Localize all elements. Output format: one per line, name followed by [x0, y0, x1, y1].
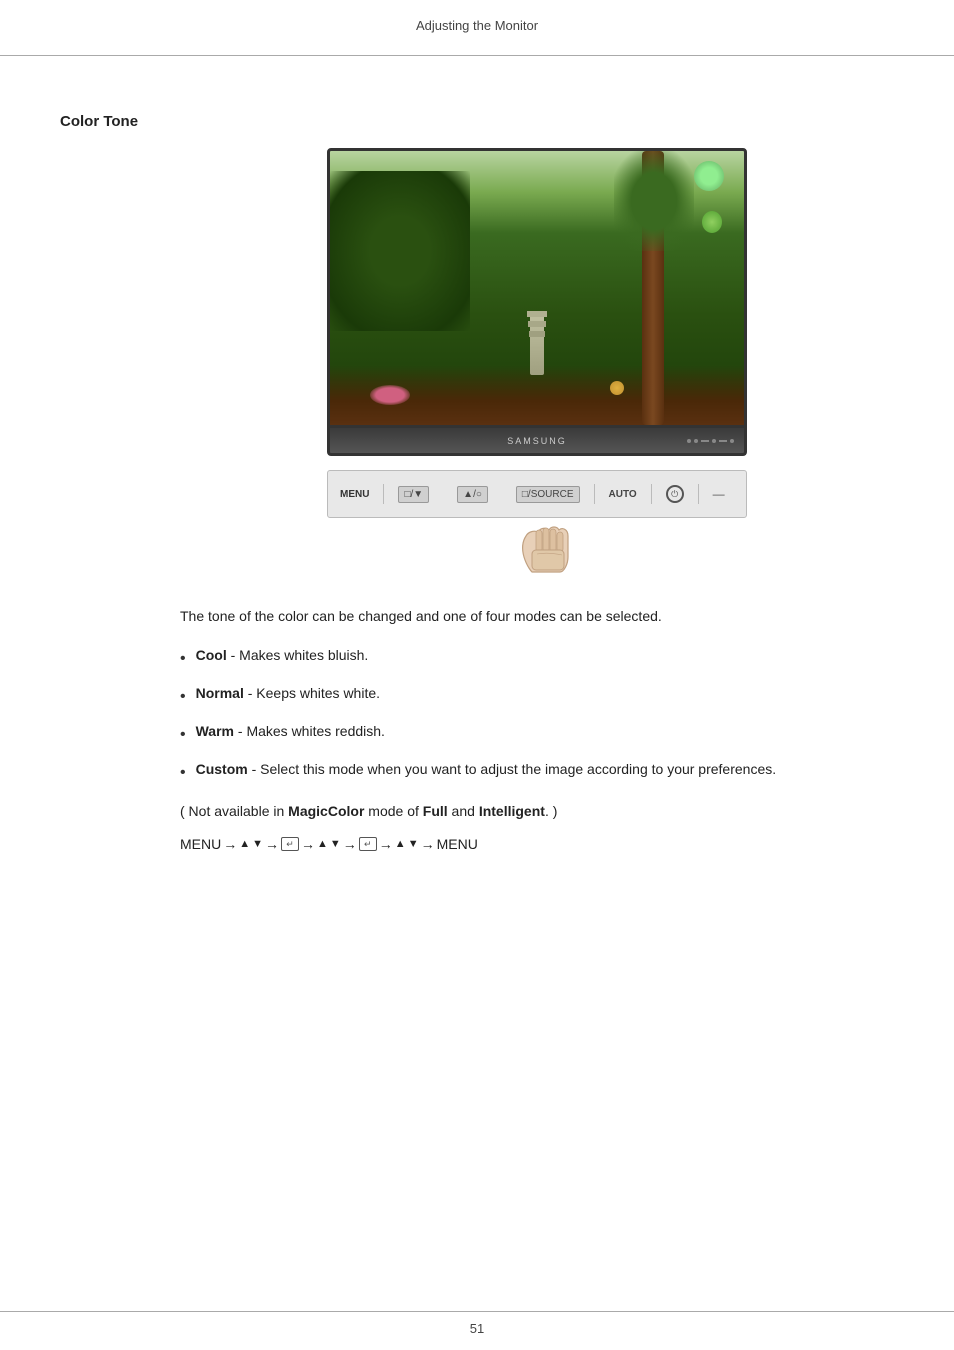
seq-arrow5: → — [379, 836, 393, 852]
ctrl-btn2: ▲/○ — [457, 486, 488, 503]
hand-pointer-area — [512, 522, 592, 582]
monitor-brand: SAMSUNG — [507, 436, 567, 446]
ctrl-divider3 — [651, 484, 652, 504]
seq-arrow6: → — [421, 836, 435, 852]
ctrl-btn1: □/▼ — [398, 486, 429, 503]
desc-custom: - Select this mode when you want to adju… — [248, 761, 776, 777]
note-middle: mode of — [364, 803, 422, 819]
seq-down2: ▼ — [330, 838, 341, 850]
bullet-dot: • — [180, 685, 186, 709]
term-cool: Cool — [196, 647, 227, 663]
seq-arrow4: → — [343, 836, 357, 852]
seq-up2: ▲ — [317, 838, 328, 850]
note-suffix: . ) — [545, 803, 557, 819]
list-item-content: Warm - Makes whites reddish. — [196, 721, 385, 742]
term-custom: Custom — [196, 761, 248, 777]
desc-cool: - Makes whites bluish. — [227, 647, 369, 663]
seq-arrow2: → — [265, 836, 279, 852]
list-item-content: Normal - Keeps whites white. — [196, 683, 380, 704]
seq-up1: ▲ — [239, 838, 250, 850]
seq-enter1: ↵ — [281, 837, 299, 851]
control-bar: MENU □/▼ ▲/○ □/SOURCE AUTO ⏻ — — [327, 470, 747, 518]
list-item: • Warm - Makes whites reddish. — [180, 721, 894, 747]
term-normal: Normal — [196, 685, 244, 701]
description-area: The tone of the color can be changed and… — [180, 606, 894, 852]
top-rule — [0, 55, 954, 56]
monitor-scene — [330, 151, 744, 425]
list-item: • Cool - Makes whites bluish. — [180, 645, 894, 671]
note-magiccolor: MagicColor — [288, 803, 364, 819]
bullet-list: • Cool - Makes whites bluish. • Normal -… — [180, 645, 894, 785]
ctrl-menu-label: MENU — [340, 489, 369, 500]
note-prefix: ( Not available in — [180, 803, 288, 819]
seq-arrow3: → — [301, 836, 315, 852]
seq-down3: ▼ — [408, 838, 419, 850]
list-item-content: Custom - Select this mode when you want … — [196, 759, 777, 780]
list-item-content: Cool - Makes whites bluish. — [196, 645, 369, 666]
seq-arrow1: → — [223, 836, 237, 852]
seq-menu2: MENU — [437, 836, 478, 852]
monitor-image-area: SAMSUNG MENU □/▼ ▲/○ □/SOURCE AUTO ⏻ — — [180, 148, 894, 582]
seq-menu1: MENU — [180, 836, 221, 852]
term-warm: Warm — [196, 723, 234, 739]
section-title: Color Tone — [60, 113, 894, 130]
ctrl-divider1 — [383, 484, 384, 504]
note-and: and — [448, 803, 479, 819]
monitor-controls — [687, 439, 734, 443]
ctrl-btn3: □/SOURCE — [516, 486, 580, 503]
ctrl-auto-label: AUTO — [609, 489, 637, 500]
hand-icon — [512, 522, 582, 577]
menu-sequence: MENU → ▲ ▼ → ↵ → ▲ ▼ → ↵ → ▲ ▼ → MENU — [180, 836, 894, 852]
desc-normal: - Keeps whites white. — [244, 685, 380, 701]
desc-warm: - Makes whites reddish. — [234, 723, 385, 739]
description-text: The tone of the color can be changed and… — [180, 606, 894, 627]
note-full: Full — [423, 803, 448, 819]
seq-enter2: ↵ — [359, 837, 377, 851]
monitor-screen — [327, 148, 747, 428]
ctrl-divider2 — [594, 484, 595, 504]
header-title: Adjusting the Monitor — [416, 18, 538, 33]
main-content: Color Tone — [0, 43, 954, 912]
note-intelligent: Intelligent — [479, 803, 545, 819]
note-text: ( Not available in MagicColor mode of Fu… — [180, 801, 894, 822]
list-item: • Custom - Select this mode when you wan… — [180, 759, 894, 785]
bullet-dot: • — [180, 723, 186, 747]
ctrl-divider4 — [698, 484, 699, 504]
seq-up3: ▲ — [395, 838, 406, 850]
bullet-dot: • — [180, 647, 186, 671]
page-number: 51 — [470, 1321, 484, 1336]
page-header: Adjusting the Monitor — [0, 0, 954, 43]
monitor-bezel: SAMSUNG — [327, 428, 747, 456]
bullet-dot: • — [180, 761, 186, 785]
ctrl-power-btn[interactable]: ⏻ — [666, 485, 684, 503]
bottom-rule — [0, 1311, 954, 1312]
list-item: • Normal - Keeps whites white. — [180, 683, 894, 709]
seq-down1: ▼ — [252, 838, 263, 850]
ctrl-minus: — — [713, 487, 725, 501]
